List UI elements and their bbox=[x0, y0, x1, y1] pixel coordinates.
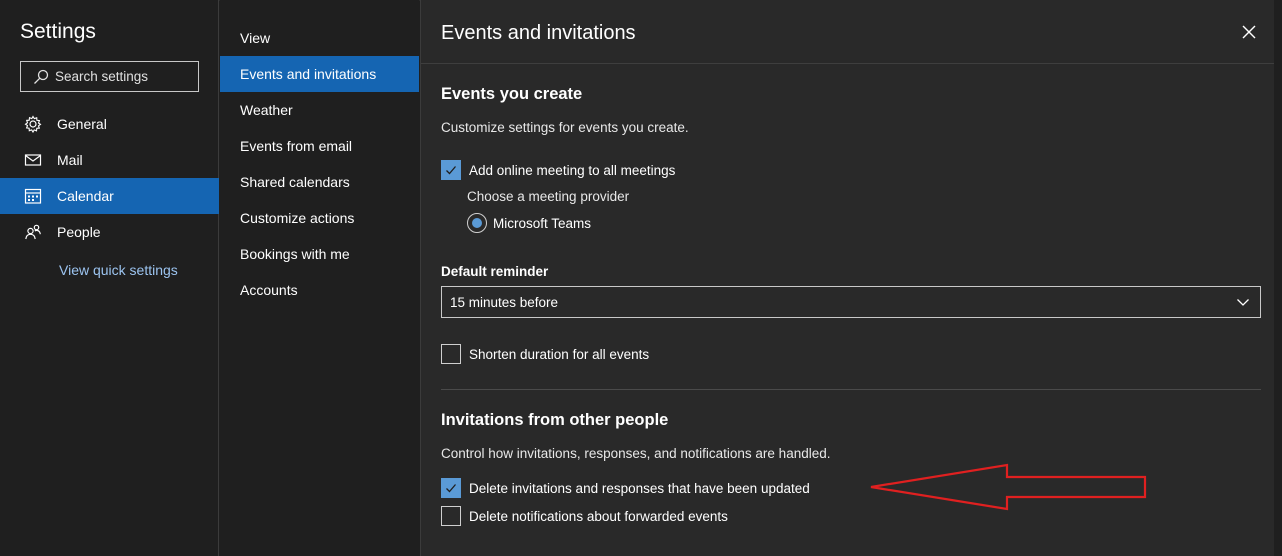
checkbox-label: Delete invitations and responses that ha… bbox=[469, 480, 810, 496]
checkbox-checked bbox=[441, 160, 461, 180]
checkmark-icon bbox=[446, 166, 456, 175]
search-settings-input[interactable]: Search settings bbox=[20, 61, 199, 92]
annotation-arrow-icon bbox=[870, 463, 1147, 511]
page-title: Events and invitations bbox=[441, 22, 636, 44]
section-description: Control how invitations, responses, and … bbox=[441, 446, 831, 461]
people-icon bbox=[24, 223, 42, 241]
view-quick-settings-link[interactable]: View quick settings bbox=[59, 262, 178, 278]
subcategory-accounts[interactable]: Accounts bbox=[220, 272, 419, 308]
subcategory-weather[interactable]: Weather bbox=[220, 92, 419, 128]
subcategory-events-from-email[interactable]: Events from email bbox=[220, 128, 419, 164]
search-icon bbox=[34, 69, 49, 84]
detail-header: Events and invitations bbox=[421, 0, 1281, 64]
section-divider bbox=[441, 389, 1261, 390]
chevron-down-icon bbox=[1237, 299, 1249, 306]
online-meeting-checkbox[interactable]: Add online meeting to all meetings bbox=[441, 160, 675, 180]
nav-people[interactable]: People bbox=[0, 214, 219, 250]
section-heading-invitations: Invitations from other people bbox=[441, 411, 669, 429]
checkbox-unchecked bbox=[441, 344, 461, 364]
nav-label: Mail bbox=[57, 152, 83, 168]
window-edge bbox=[1274, 0, 1282, 556]
dropdown-value: 15 minutes before bbox=[450, 294, 559, 310]
subcategory-bookings-with-me[interactable]: Bookings with me bbox=[220, 236, 419, 272]
subcategory-shared-calendars[interactable]: Shared calendars bbox=[220, 164, 419, 200]
settings-title: Settings bbox=[20, 20, 96, 43]
subcategory-customize-actions[interactable]: Customize actions bbox=[220, 200, 419, 236]
radio-selected bbox=[467, 213, 487, 233]
mail-icon bbox=[24, 151, 42, 169]
nav-calendar[interactable]: Calendar bbox=[0, 178, 219, 214]
microsoft-teams-radio[interactable]: Microsoft Teams bbox=[467, 213, 591, 233]
shorten-duration-checkbox[interactable]: Shorten duration for all events bbox=[441, 344, 649, 364]
radio-label: Microsoft Teams bbox=[493, 215, 592, 231]
settings-categories-pane: Settings Search settings General Mail Ca… bbox=[0, 0, 219, 556]
checkmark-icon bbox=[446, 484, 456, 493]
subcategory-events-and-invitations[interactable]: Events and invitations bbox=[220, 56, 419, 92]
nav-label: General bbox=[57, 116, 107, 132]
nav-mail[interactable]: Mail bbox=[0, 142, 219, 178]
calendar-icon bbox=[24, 187, 42, 205]
close-button[interactable] bbox=[1239, 22, 1259, 42]
section-heading-events-you-create: Events you create bbox=[441, 85, 583, 103]
nav-general[interactable]: General bbox=[0, 106, 219, 142]
nav-label: Calendar bbox=[57, 188, 114, 204]
delete-updated-invitations-checkbox[interactable]: Delete invitations and responses that ha… bbox=[441, 478, 810, 498]
gear-icon bbox=[24, 115, 42, 133]
delete-forwarded-notifications-checkbox[interactable]: Delete notifications about forwarded eve… bbox=[441, 506, 728, 526]
meeting-provider-label: Choose a meeting provider bbox=[467, 189, 630, 204]
checkbox-label: Add online meeting to all meetings bbox=[469, 162, 676, 178]
subcategory-view[interactable]: View bbox=[220, 20, 419, 56]
checkbox-unchecked bbox=[441, 506, 461, 526]
checkbox-label: Shorten duration for all events bbox=[469, 346, 650, 362]
close-icon bbox=[1242, 25, 1256, 39]
radio-dot bbox=[472, 218, 482, 228]
calendar-subcategories-pane: View Events and invitations Weather Even… bbox=[220, 0, 419, 556]
checkbox-checked bbox=[441, 478, 461, 498]
default-reminder-label: Default reminder bbox=[441, 264, 549, 279]
search-placeholder: Search settings bbox=[55, 69, 149, 84]
section-description: Customize settings for events you create… bbox=[441, 120, 689, 135]
default-reminder-dropdown[interactable]: 15 minutes before bbox=[441, 286, 1261, 318]
nav-label: People bbox=[57, 224, 101, 240]
checkbox-label: Delete notifications about forwarded eve… bbox=[469, 508, 728, 524]
